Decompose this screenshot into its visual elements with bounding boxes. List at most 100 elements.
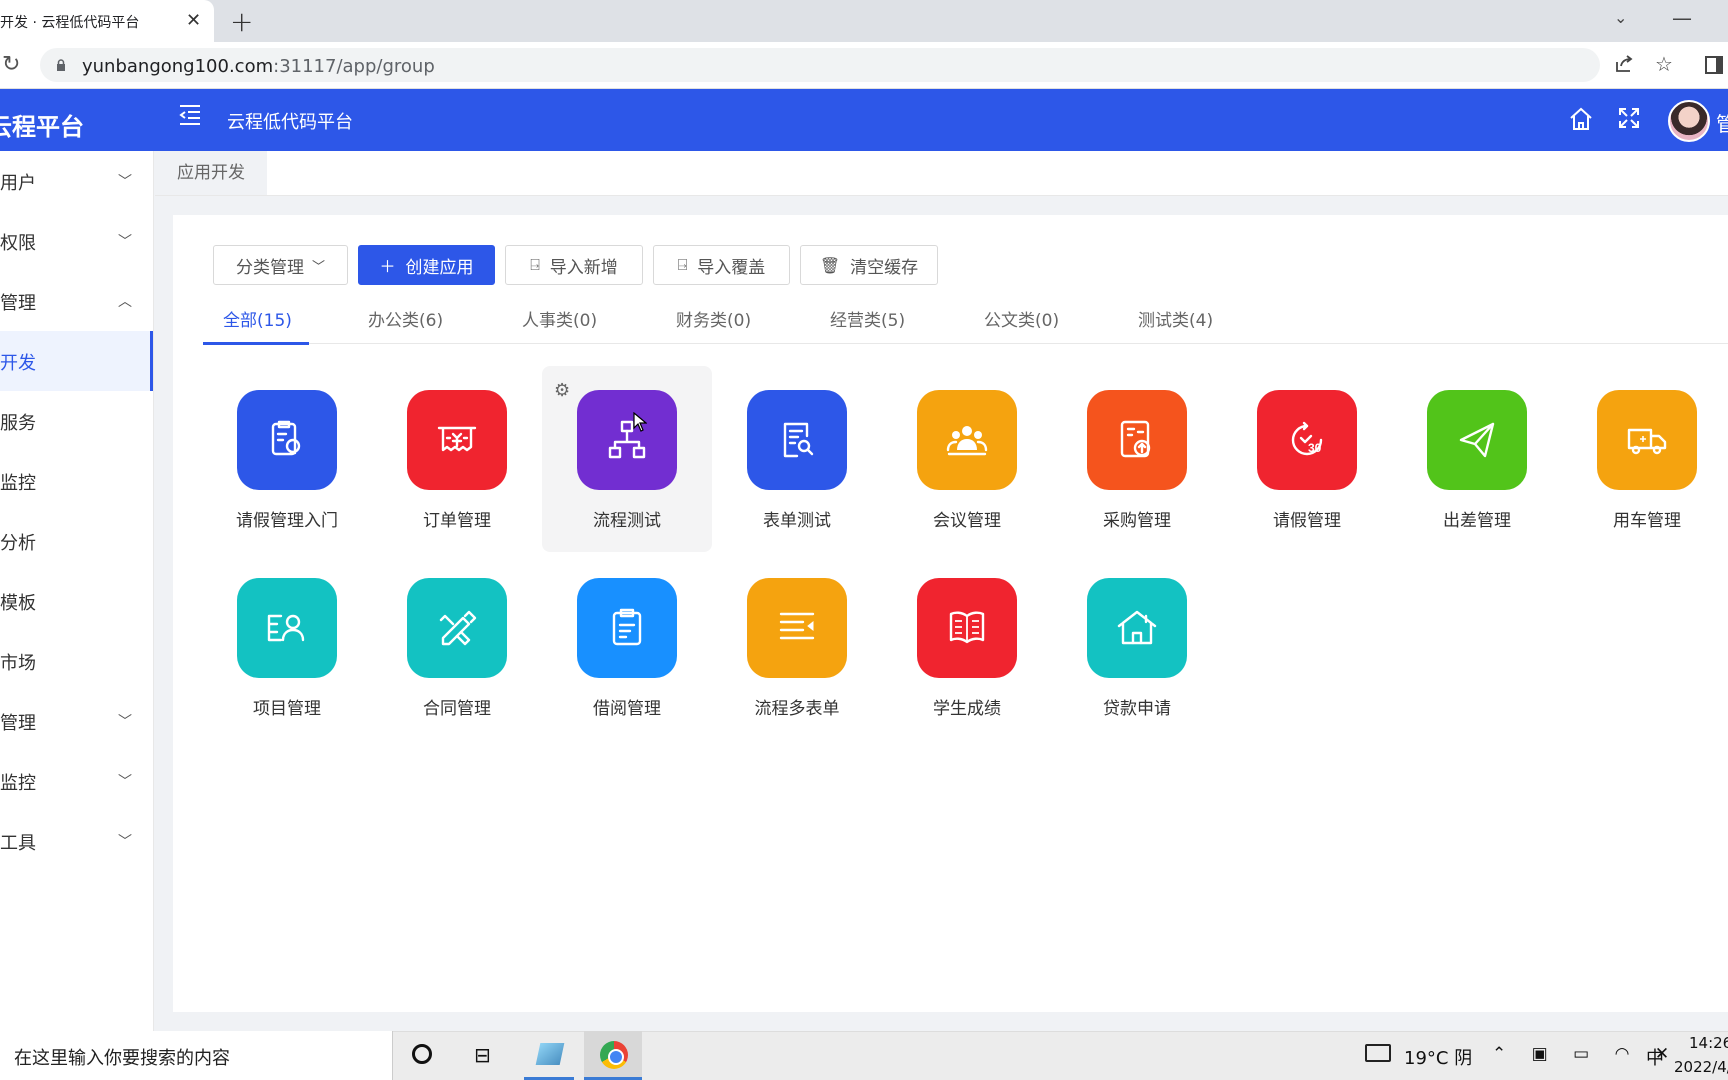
browser-tab-strip [0, 0, 1728, 42]
app-card[interactable]: 学生成绩 [882, 554, 1052, 740]
url-text[interactable]: yunbangong100.com:31117/app/group [82, 56, 435, 77]
category-tab[interactable]: 测试类(4) [1138, 306, 1213, 331]
category-tab[interactable]: 经营类(5) [830, 306, 905, 331]
sidebar-item[interactable]: 分析 [0, 511, 153, 571]
app-tile[interactable] [237, 390, 337, 490]
tags-bar [155, 151, 1728, 196]
app-card[interactable]: 借阅管理 [542, 554, 712, 740]
app-card[interactable]: 流程多表单 [712, 554, 882, 740]
app-tile[interactable] [917, 578, 1017, 678]
reload-icon[interactable]: ↻ [2, 52, 20, 77]
app-tile[interactable] [577, 390, 677, 490]
sidebar-item[interactable]: 开发 [0, 331, 153, 391]
lock-icon[interactable] [56, 59, 66, 71]
fullscreen-icon[interactable] [1617, 106, 1641, 130]
sidebar-item[interactable]: 市场 [0, 631, 153, 691]
taskbar-app-icon[interactable] [524, 1031, 574, 1080]
taskbar-date[interactable]: 2022/4/ [1674, 1058, 1728, 1076]
app-tile[interactable] [747, 578, 847, 678]
clear-cache-button[interactable]: 🗑 清空缓存 [800, 245, 938, 285]
category-tab[interactable]: 人事类(0) [522, 306, 597, 331]
side-panel-icon[interactable] [1705, 56, 1723, 74]
bookmark-star-icon[interactable]: ☆ [1655, 52, 1673, 76]
app-tile[interactable] [237, 578, 337, 678]
app-card[interactable]: 项目管理 [202, 554, 372, 740]
sidebar-item[interactable]: 监控 [0, 451, 153, 511]
sidebar-item[interactable]: 权限 ﹀ [0, 211, 153, 271]
app-card[interactable]: 请假管理入门 [202, 366, 372, 552]
app-tile[interactable] [1427, 390, 1527, 490]
sidebar-item-label: 模板 [0, 593, 36, 614]
app-name: 采购管理 [1103, 511, 1171, 531]
input-method-indicator[interactable]: 中 [1646, 1044, 1664, 1070]
app-tile[interactable]: 30 [1257, 390, 1357, 490]
app-tile[interactable] [1087, 390, 1187, 490]
app-tile[interactable] [407, 578, 507, 678]
app-name: 流程测试 [593, 511, 661, 531]
app-card[interactable]: 表单测试 [712, 366, 882, 552]
user-name[interactable]: 管 [1716, 108, 1728, 137]
app-tile[interactable] [1087, 578, 1187, 678]
import-overwrite-button[interactable]: ⍈ 导入覆盖 [653, 245, 790, 285]
app-name: 合同管理 [423, 699, 491, 719]
app-card[interactable]: 用车管理 [1562, 366, 1728, 552]
browser-tab[interactable]: 开发 · 云程低代码平台 ✕ [0, 0, 214, 42]
minimize-window-icon[interactable]: — [1672, 6, 1692, 30]
sidebar-item[interactable]: 工具 ﹀ [0, 811, 153, 871]
sidebar-item[interactable]: 服务 [0, 391, 153, 451]
app-card[interactable]: 合同管理 [372, 554, 542, 740]
news-weather-icon[interactable] [1365, 1044, 1391, 1062]
breadcrumb-tag[interactable]: 应用开发 [155, 151, 267, 195]
clipboard-icon [612, 608, 642, 646]
app-tile[interactable] [407, 390, 507, 490]
user-avatar[interactable] [1668, 100, 1710, 142]
category-tab[interactable]: 公文类(0) [984, 306, 1059, 331]
app-card[interactable]: 订单管理 [372, 366, 542, 552]
app-tile[interactable] [917, 390, 1017, 490]
mouse-cursor-icon [633, 412, 647, 432]
app-name: 出差管理 [1443, 511, 1511, 531]
app-tile[interactable] [747, 390, 847, 490]
sidebar-item[interactable]: 监控 ﹀ [0, 751, 153, 811]
taskbar-search-placeholder[interactable]: 在这里输入你要搜索的内容 [14, 1044, 230, 1070]
close-tab-icon[interactable]: ✕ [186, 10, 201, 31]
trash-icon: 🗑 [819, 255, 841, 275]
form-search-icon [783, 422, 814, 458]
new-tab-icon[interactable]: + [230, 5, 253, 38]
app-card[interactable]: 出差管理 [1392, 366, 1562, 552]
app-card[interactable]: 30 请假管理 [1222, 366, 1392, 552]
gear-icon[interactable]: ⚙ [554, 380, 570, 401]
menu-fold-icon[interactable] [178, 104, 202, 126]
create-app-button[interactable]: ＋ 创建应用 [358, 245, 495, 285]
sidebar-item-label: 监控 [0, 473, 36, 494]
app-tile[interactable] [1597, 390, 1697, 490]
tab-search-chevron-icon[interactable]: ⌄ [1614, 8, 1627, 27]
share-icon[interactable] [1614, 54, 1634, 74]
app-name: 项目管理 [253, 699, 321, 719]
import-icon: ⍈ [677, 255, 688, 274]
sidebar-item[interactable]: 模板 [0, 571, 153, 631]
sidebar-item-label: 管理 [0, 713, 36, 734]
app-name: 流程多表单 [754, 699, 840, 719]
import-new-button[interactable]: ⍈ 导入新增 [505, 245, 643, 285]
chevron-down-icon: ﹀ [118, 834, 132, 850]
url-path: :31117/app/group [273, 56, 435, 77]
category-tab[interactable]: 财务类(0) [676, 306, 751, 331]
cortana-icon[interactable] [412, 1044, 432, 1064]
sidebar-item[interactable]: 管理 ︿ [0, 271, 153, 331]
app-card[interactable]: 贷款申请 [1052, 554, 1222, 740]
category-tab[interactable]: 办公类(6) [368, 306, 443, 331]
task-view-icon[interactable]: ⊟ [474, 1043, 491, 1067]
app-card[interactable]: 会议管理 [882, 366, 1052, 552]
app-card[interactable]: 采购管理 [1052, 366, 1222, 552]
taskbar-time[interactable]: 14:26 [1689, 1034, 1728, 1052]
sidebar-item[interactable]: 管理 ﹀ [0, 691, 153, 751]
category-manage-dropdown[interactable]: 分类管理 ﹀ [213, 245, 348, 285]
app-tile[interactable] [577, 578, 677, 678]
chevron-down-icon: ﹀ [118, 774, 132, 790]
sidebar-item[interactable]: 用户 ﹀ [0, 151, 153, 211]
category-tab[interactable]: 全部(15) [223, 306, 292, 331]
taskbar-weather[interactable]: 19°C 阴 [1404, 1044, 1472, 1070]
home-icon[interactable] [1568, 106, 1594, 132]
taskbar-chrome[interactable] [584, 1031, 642, 1080]
